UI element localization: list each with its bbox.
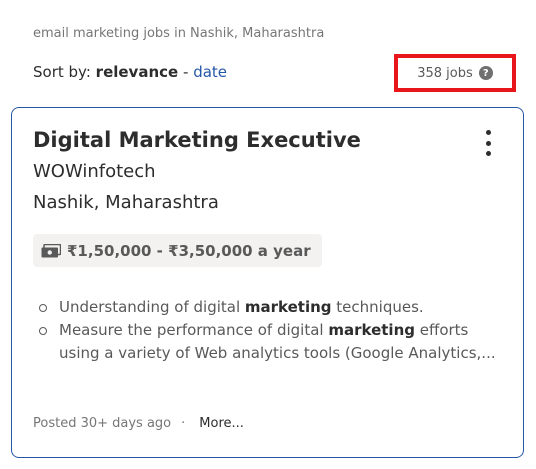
question-circle-icon[interactable]: ?: [478, 66, 493, 80]
kebab-dot: [485, 140, 491, 146]
job-results-page: email marketing jobs in Nashik, Maharash…: [0, 0, 536, 469]
footer-separator: ·: [181, 416, 186, 431]
job-card[interactable]: Digital Marketing Executive WOWinfotech …: [11, 107, 524, 458]
snippet-item: Understanding of digital marketing techn…: [39, 296, 509, 319]
job-location: Nashik, Maharashtra: [33, 192, 219, 213]
more-link[interactable]: More...: [199, 416, 244, 431]
money-icon: [41, 243, 61, 257]
salary-badge: ₹1,50,000 - ₹3,50,000 a year: [33, 234, 322, 267]
sort-bar: Sort by: relevance - date: [33, 63, 227, 81]
sort-by-date-link[interactable]: date: [193, 63, 227, 81]
sort-relevance-active: relevance: [95, 63, 179, 81]
job-count: 358 jobs ?: [394, 54, 516, 92]
snippet-item: Measure the performance of digital marke…: [39, 319, 509, 365]
search-context-label: email marketing jobs in Nashik, Maharash…: [33, 26, 325, 41]
salary-text: ₹1,50,000 - ₹3,50,000 a year: [67, 241, 311, 260]
job-card-footer: Posted 30+ days ago · More...: [33, 416, 244, 431]
sort-prefix: Sort by:: [33, 63, 91, 81]
kebab-dot: [485, 130, 491, 135]
snippet-highlight: marketing: [328, 321, 415, 339]
sort-separator: -: [182, 63, 189, 81]
job-title[interactable]: Digital Marketing Executive: [33, 128, 361, 152]
snippet-highlight: marketing: [244, 298, 332, 316]
kebab-dot: [485, 151, 491, 156]
company-name: WOWinfotech: [33, 161, 156, 182]
kebab-menu-icon[interactable]: [481, 130, 495, 156]
job-snippet: Understanding of digital marketing techn…: [33, 296, 509, 365]
posted-date: Posted 30+ days ago: [33, 416, 172, 431]
job-count-label: 358 jobs: [417, 65, 473, 81]
